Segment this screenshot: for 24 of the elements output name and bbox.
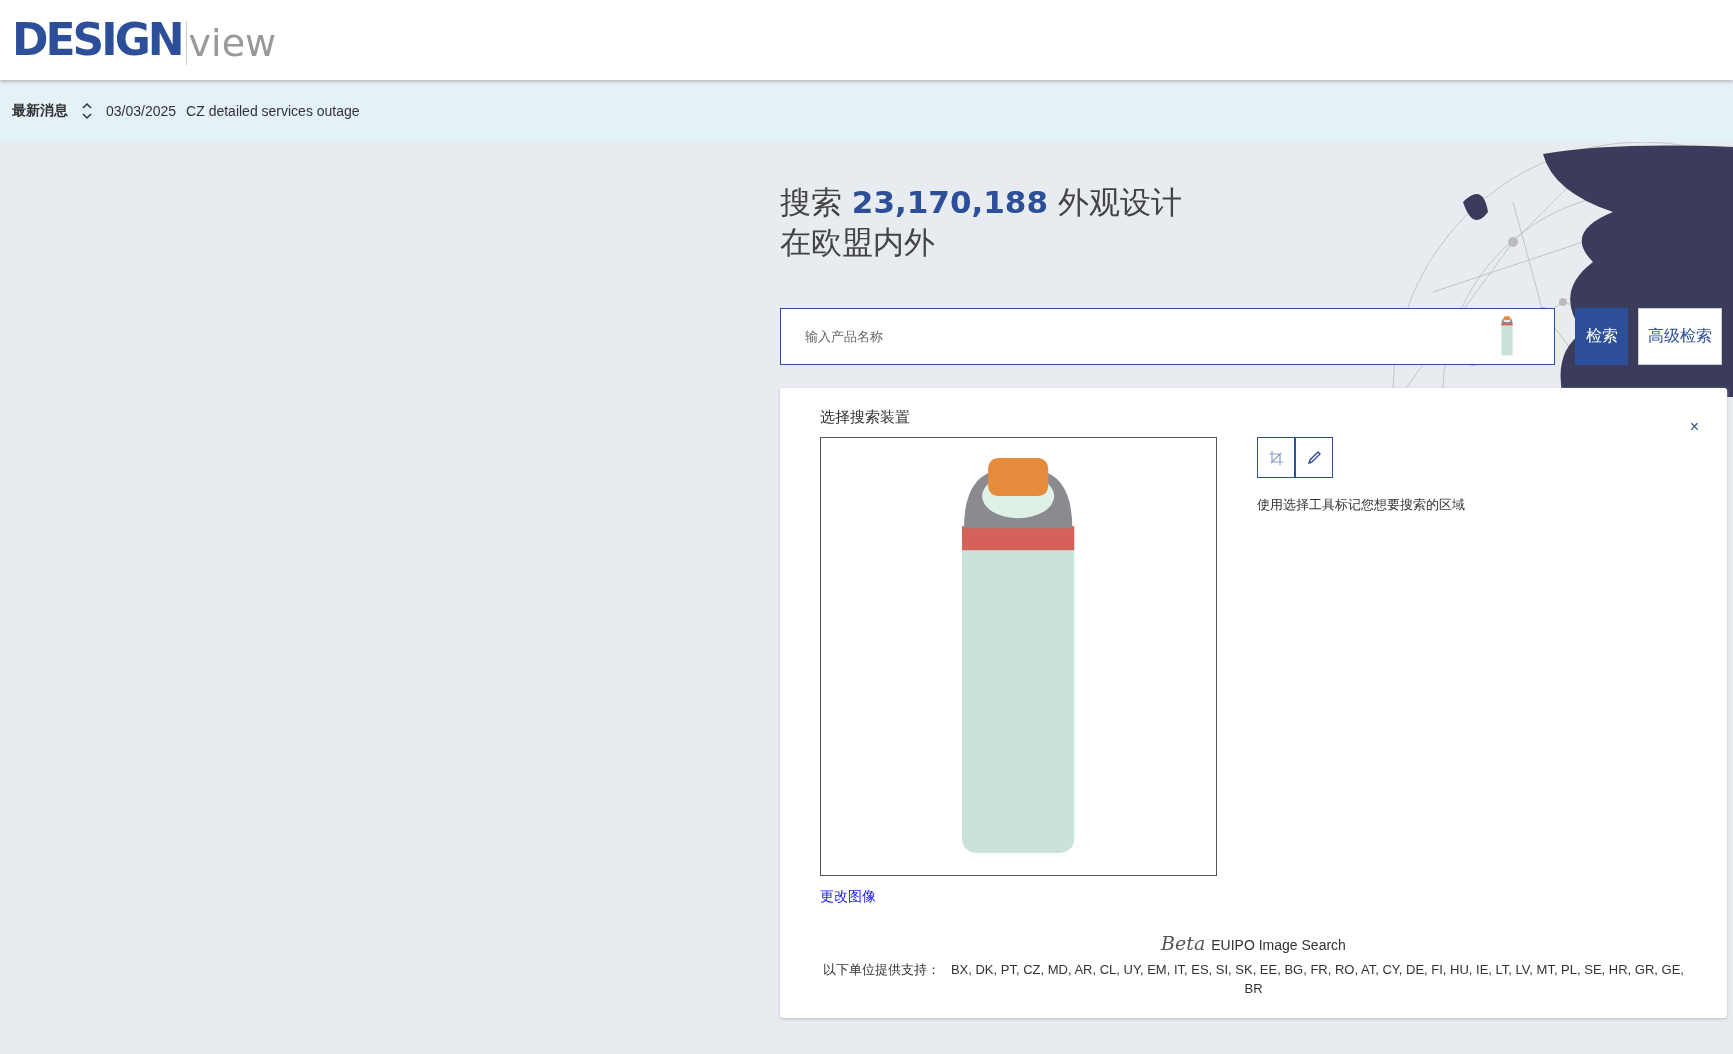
panel-title: 选择搜索装置 bbox=[820, 408, 910, 425]
hero-title: 搜索 23,170,188 外观设计 bbox=[780, 183, 1183, 222]
advanced-search-button[interactable]: 高级检索 bbox=[1638, 308, 1722, 365]
crop-tool-button[interactable] bbox=[1257, 437, 1295, 478]
news-label: 最新消息 bbox=[12, 102, 68, 120]
service-name: EUIPO Image Search bbox=[1211, 937, 1346, 953]
tool-hint: 使用选择工具标记您想要搜索的区域 bbox=[1257, 496, 1465, 514]
crop-icon bbox=[1268, 449, 1284, 466]
beta-label: Beta bbox=[1161, 932, 1206, 954]
chevron-up-icon[interactable] bbox=[82, 102, 92, 109]
logo-product: view bbox=[185, 21, 277, 65]
news-headline[interactable]: CZ detailed services outage bbox=[186, 103, 360, 119]
close-button[interactable]: × bbox=[1689, 418, 1699, 436]
supporters-text: 以下单位提供支持： BX, DK, PT, CZ, MD, AR, CL, UY, EM, IT, ES, SI, SK, EE, BG, FR, RO, AT, CY, DE, FI, HU, IE, LT, LV, MT, PL, SE, HR, GR, GE, BR bbox=[822, 961, 1685, 998]
pencil-icon bbox=[1306, 449, 1322, 466]
search-field[interactable]: 输入产品名称 bbox=[780, 308, 1555, 365]
logo-brand: DESIGN bbox=[12, 14, 182, 65]
chevron-down-icon[interactable] bbox=[82, 113, 92, 120]
news-date: 03/03/2025 bbox=[106, 103, 177, 119]
change-image-link[interactable]: 更改图像 bbox=[820, 888, 876, 906]
bottle-thumbnail bbox=[1501, 316, 1513, 356]
hero-subtitle: 在欧盟内外 bbox=[780, 223, 936, 262]
pencil-tool-button[interactable] bbox=[1295, 437, 1333, 478]
search-button[interactable]: 检索 bbox=[1575, 308, 1628, 365]
